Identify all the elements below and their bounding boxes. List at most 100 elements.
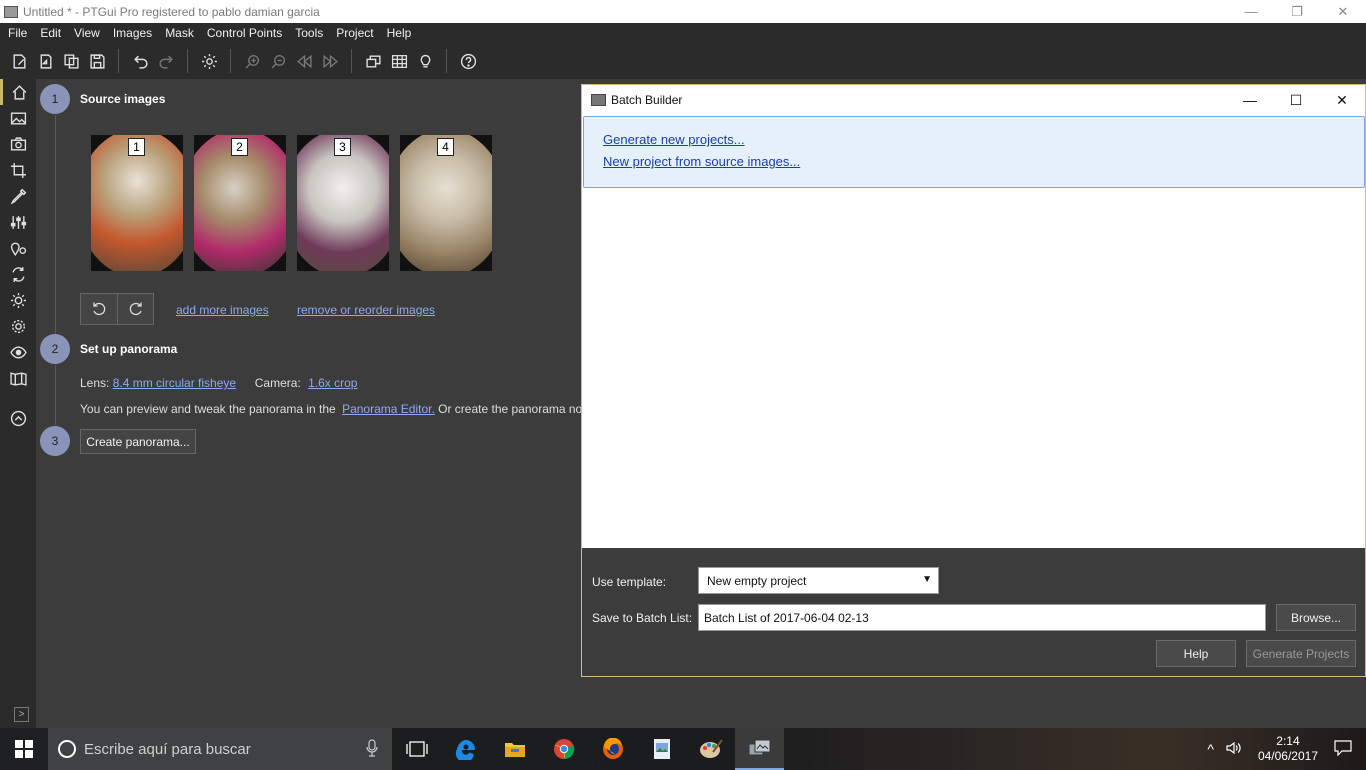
- menu-images[interactable]: Images: [107, 26, 158, 40]
- optimizer-icon[interactable]: [0, 261, 36, 287]
- image-thumbnail[interactable]: 3: [297, 135, 389, 271]
- camera-icon[interactable]: [0, 131, 36, 157]
- control-point-table-icon[interactable]: [386, 48, 412, 74]
- save-as-icon[interactable]: [58, 48, 84, 74]
- add-more-images-link[interactable]: add more images: [176, 303, 269, 317]
- dialog-window-controls: — ☐ ✕: [1227, 85, 1365, 115]
- menu-mask[interactable]: Mask: [159, 26, 200, 40]
- new-project-from-source-link[interactable]: New project from source images...: [603, 154, 1364, 169]
- image-thumbnail[interactable]: 4: [400, 135, 492, 271]
- lens-link[interactable]: 8.4 mm circular fisheye: [113, 376, 236, 390]
- step-number: 2: [40, 334, 70, 364]
- panorama-editor-link[interactable]: Panorama Editor.: [342, 402, 435, 416]
- create-panorama-button[interactable]: Create panorama...: [80, 429, 196, 454]
- open-icon[interactable]: [32, 48, 58, 74]
- expand-sidebar-icon[interactable]: >: [14, 707, 29, 722]
- close-button[interactable]: ✕: [1320, 0, 1366, 23]
- dialog-minimize-button[interactable]: —: [1227, 85, 1273, 115]
- menu-project[interactable]: Project: [330, 26, 379, 40]
- rotate-right-icon[interactable]: [117, 294, 153, 324]
- menu-bar: File Edit View Images Mask Control Point…: [0, 23, 1366, 43]
- remove-reorder-images-link[interactable]: remove or reorder images: [297, 303, 435, 317]
- minimize-button[interactable]: —: [1228, 0, 1274, 23]
- image-thumbnail[interactable]: 1: [91, 135, 183, 271]
- thumbnail-number: 4: [437, 138, 454, 156]
- lightbulb-icon[interactable]: [412, 48, 438, 74]
- notifications-icon[interactable]: [1334, 739, 1352, 759]
- save-icon[interactable]: [84, 48, 110, 74]
- menu-file[interactable]: File: [2, 26, 33, 40]
- generate-projects-button[interactable]: Generate Projects: [1246, 640, 1356, 667]
- image-icon[interactable]: [0, 105, 36, 131]
- create-panorama-icon[interactable]: [0, 365, 36, 391]
- zoom-in-icon[interactable]: [239, 48, 265, 74]
- collapse-icon[interactable]: [0, 405, 36, 431]
- template-select[interactable]: New empty project ▼: [698, 567, 939, 594]
- microphone-icon[interactable]: [366, 739, 378, 761]
- new-project-icon[interactable]: [6, 48, 32, 74]
- left-sidebar: >: [0, 79, 36, 728]
- edge-icon[interactable]: [441, 728, 490, 770]
- windows-logo-icon: [15, 740, 33, 758]
- batch-project-list[interactable]: [582, 189, 1365, 548]
- ptgui-app-icon: [4, 5, 18, 18]
- preview-icon[interactable]: [0, 339, 36, 365]
- exposure-icon[interactable]: [0, 287, 36, 313]
- menu-view[interactable]: View: [68, 26, 106, 40]
- crop-icon[interactable]: [0, 157, 36, 183]
- image-thumbnail[interactable]: 2: [194, 135, 286, 271]
- batch-list-path-input[interactable]: Batch List of 2017-06-04 02-13: [698, 604, 1266, 631]
- ptgui-icon[interactable]: [735, 728, 784, 770]
- help-icon[interactable]: [455, 48, 481, 74]
- zoom-out-icon[interactable]: [265, 48, 291, 74]
- browse-button[interactable]: Browse...: [1276, 604, 1356, 631]
- settings-icon[interactable]: [196, 48, 222, 74]
- toolbar-separator: [118, 49, 119, 73]
- chrome-icon[interactable]: [539, 728, 588, 770]
- panorama-editor-icon[interactable]: [360, 48, 386, 74]
- redo-icon[interactable]: [153, 48, 179, 74]
- start-button[interactable]: [0, 728, 48, 770]
- lens-label: Lens:: [80, 376, 110, 390]
- menu-control-points[interactable]: Control Points: [201, 26, 288, 40]
- menu-edit[interactable]: Edit: [34, 26, 67, 40]
- toolbar-separator: [446, 49, 447, 73]
- control-points-icon[interactable]: [0, 235, 36, 261]
- template-label: Use template:: [592, 575, 667, 589]
- undo-icon[interactable]: [127, 48, 153, 74]
- file-explorer-icon[interactable]: [490, 728, 539, 770]
- generate-new-projects-link[interactable]: Generate new projects...: [603, 132, 1364, 147]
- volume-icon[interactable]: [1226, 741, 1242, 758]
- menu-help[interactable]: Help: [381, 26, 418, 40]
- dialog-close-button[interactable]: ✕: [1319, 85, 1365, 115]
- previous-icon[interactable]: [291, 48, 317, 74]
- menu-tools[interactable]: Tools: [289, 26, 329, 40]
- help-button[interactable]: Help: [1156, 640, 1236, 667]
- dialog-footer: Use template: New empty project ▼ Save t…: [582, 548, 1365, 676]
- settings-icon[interactable]: [0, 313, 36, 339]
- dialog-maximize-button[interactable]: ☐: [1273, 85, 1319, 115]
- rotate-left-icon[interactable]: [81, 294, 117, 324]
- image-thumbnails: 1 2 3 4: [91, 135, 492, 271]
- task-view-icon[interactable]: [392, 728, 441, 770]
- home-icon[interactable]: [0, 79, 36, 105]
- image-viewer-icon[interactable]: [637, 728, 686, 770]
- step-number: 3: [40, 426, 70, 456]
- preview-text: You can preview and tweak the panorama i…: [80, 402, 336, 416]
- batch-builder-dialog: Batch Builder — ☐ ✕ Generate new project…: [581, 84, 1366, 677]
- toolbar-separator: [351, 49, 352, 73]
- firefox-icon[interactable]: [588, 728, 637, 770]
- preview-hint: You can preview and tweak the panorama i…: [80, 402, 581, 416]
- dialog-title-bar: Batch Builder — ☐ ✕: [582, 85, 1365, 115]
- camera-link[interactable]: 1.6x crop: [308, 376, 357, 390]
- paint-icon[interactable]: [686, 728, 735, 770]
- sliders-icon[interactable]: [0, 209, 36, 235]
- dialog-actions-panel: Generate new projects... New project fro…: [583, 116, 1365, 188]
- show-hidden-icons-icon[interactable]: ^: [1207, 741, 1214, 757]
- mask-icon[interactable]: [0, 183, 36, 209]
- restore-button[interactable]: ❐: [1274, 0, 1320, 23]
- taskbar-search[interactable]: Escribe aquí para buscar: [48, 728, 392, 770]
- next-icon[interactable]: [317, 48, 343, 74]
- taskbar-clock[interactable]: 2:14 04/06/2017: [1258, 734, 1318, 764]
